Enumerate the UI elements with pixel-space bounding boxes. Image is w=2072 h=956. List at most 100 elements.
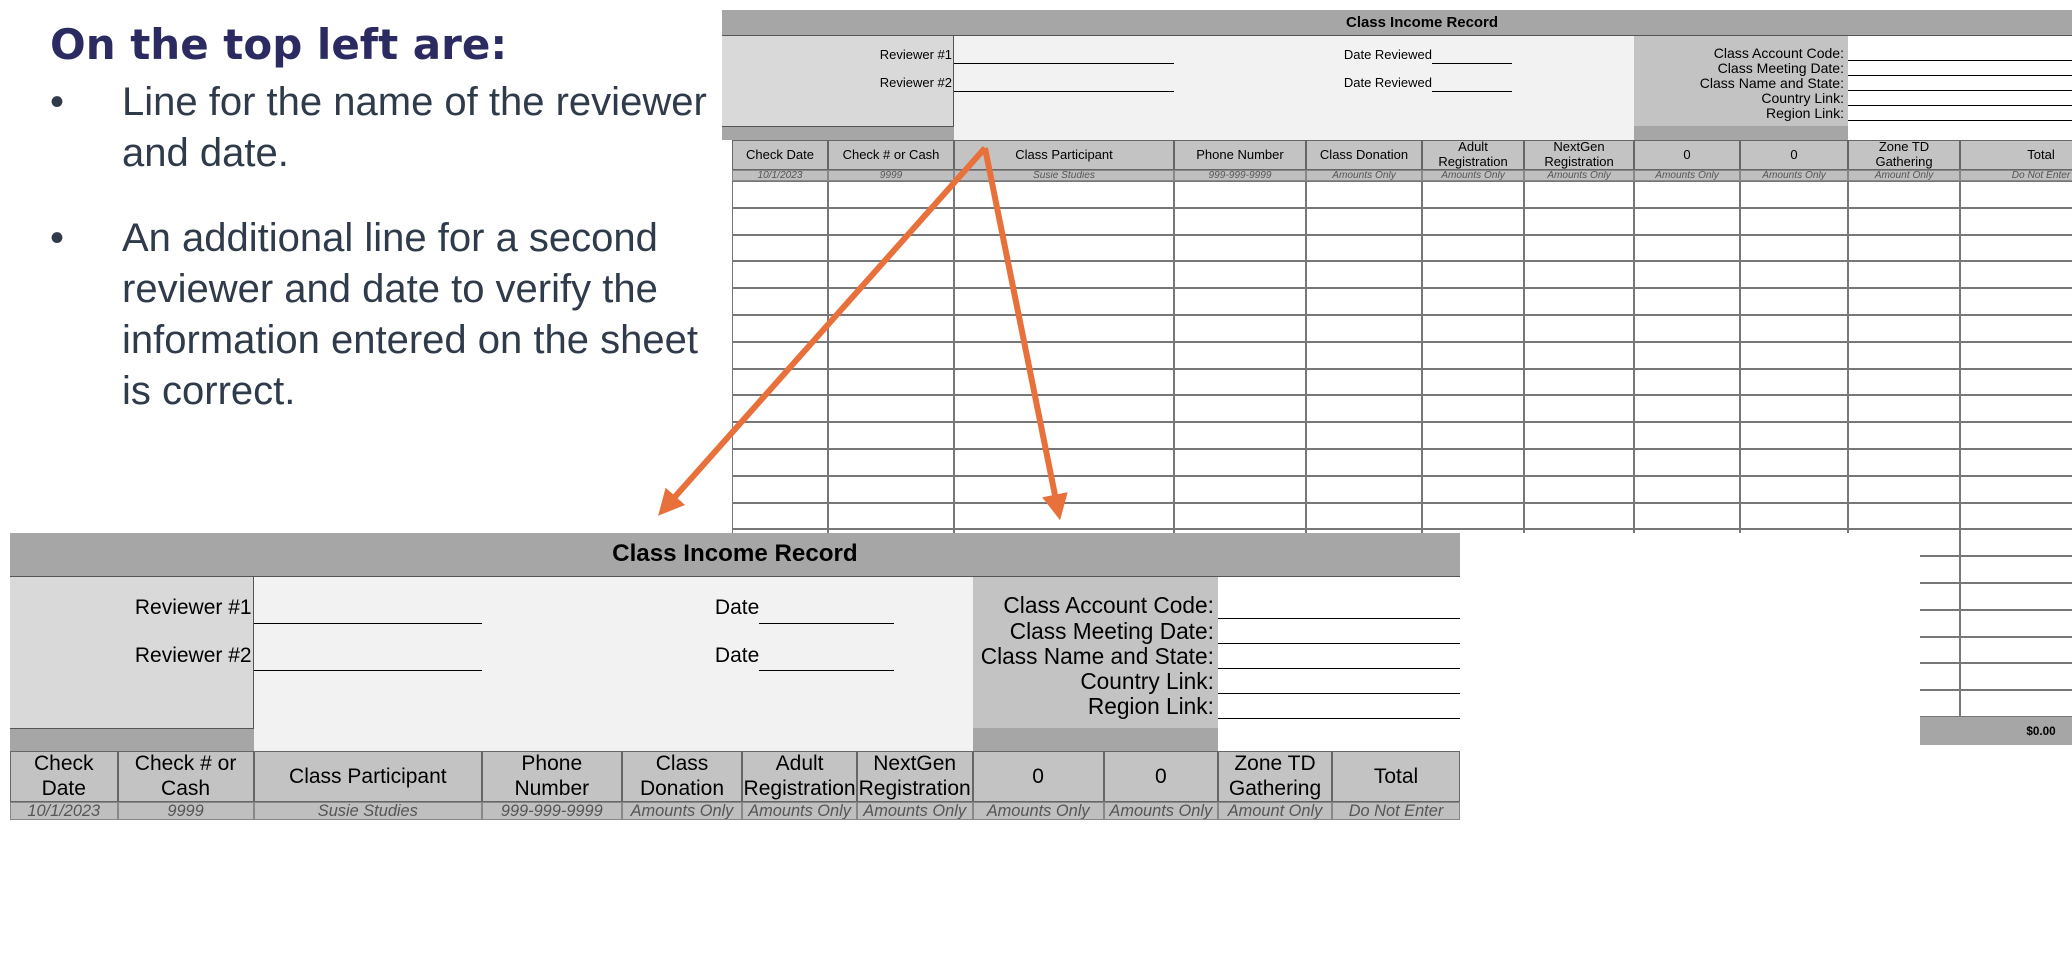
- column-header: Class Participant: [253, 751, 483, 802]
- data-cell: [1848, 315, 1960, 342]
- row-total-cell: $0.00: [1960, 368, 2072, 396]
- data-cell: [1422, 288, 1524, 315]
- sheet-title: Class Income Record: [722, 10, 2072, 36]
- data-cell: [1848, 207, 1960, 235]
- data-cell: [1524, 341, 1634, 369]
- data-cell: [828, 502, 954, 530]
- example-cell: Amounts Only: [972, 801, 1104, 821]
- data-cell: [828, 449, 954, 476]
- data-cell: [1174, 234, 1306, 262]
- data-cell: [1174, 395, 1306, 423]
- date-reviewed1-line: [759, 593, 894, 624]
- data-cell: [1634, 341, 1740, 369]
- data-cell: [954, 261, 1174, 289]
- example-cell: 10/1/2023: [732, 170, 828, 181]
- row-total-cell: $0.00: [1960, 690, 2072, 717]
- data-cell: [1306, 422, 1422, 449]
- row-total-cell: $0.00: [1960, 475, 2072, 503]
- data-cell: [1174, 341, 1306, 369]
- reviewer-block-left-bottom: [10, 727, 254, 752]
- sheet-title: Class Income Record: [10, 533, 1460, 577]
- data-cell: [1740, 207, 1848, 235]
- data-cell: [1848, 368, 1960, 396]
- info-field-line: [1217, 644, 1460, 670]
- column-header: NextGen Registration: [1524, 140, 1634, 170]
- data-cell: [1306, 207, 1422, 235]
- data-cell: [1740, 502, 1848, 530]
- data-cell: [1174, 315, 1306, 342]
- data-cell: [828, 261, 954, 289]
- data-cell: [1634, 207, 1740, 235]
- data-cell: [1174, 181, 1306, 208]
- data-cell: [1422, 395, 1524, 423]
- data-cell: [954, 288, 1174, 315]
- data-cell: [732, 315, 828, 342]
- reviewer-block-right-bottom: [1634, 126, 1848, 140]
- example-cell: Amounts Only: [1740, 170, 1848, 181]
- row-total-cell: $0.00: [1960, 609, 2072, 637]
- date-reviewed2-label: Date Reviewed: [714, 643, 760, 667]
- data-cell: [1422, 234, 1524, 262]
- data-cell: [1422, 422, 1524, 449]
- row-total-cell: $0.00: [1960, 288, 2072, 315]
- data-cell: [1306, 288, 1422, 315]
- data-cell: [1524, 181, 1634, 208]
- data-cell: [954, 207, 1174, 235]
- row-total-cell: $0.00: [1960, 636, 2072, 664]
- date-reviewed1-label: Date Reviewed: [714, 596, 760, 620]
- data-cell: [1422, 315, 1524, 342]
- reviewer1-name-line: [954, 46, 1174, 64]
- data-cell: [954, 315, 1174, 342]
- data-cell: [954, 234, 1174, 262]
- data-cell: [1524, 422, 1634, 449]
- data-cell: [732, 502, 828, 530]
- example-cell: 10/1/2023: [10, 801, 118, 821]
- column-header: Class Participant: [954, 140, 1174, 170]
- data-cell: [1740, 181, 1848, 208]
- data-cell: [828, 422, 954, 449]
- data-cell: [954, 475, 1174, 503]
- data-cell: [1740, 449, 1848, 476]
- data-cell: [732, 368, 828, 396]
- info-field-line: [1848, 106, 2072, 121]
- spreadsheet-zoom-callout: Class Income Record Reviewer #1 Reviewer #…: [10, 533, 1920, 855]
- data-cell: [732, 288, 828, 315]
- column-header: Phone Number: [482, 751, 622, 802]
- data-cell: [1524, 234, 1634, 262]
- data-cell: [1848, 502, 1960, 530]
- data-cell: [828, 475, 954, 503]
- data-cell: [1174, 261, 1306, 289]
- column-header: Class Donation: [1306, 140, 1422, 170]
- data-cell: [732, 181, 828, 208]
- data-cell: [1634, 181, 1740, 208]
- date-reviewed1-label: Date Reviewed: [1343, 47, 1432, 62]
- column-header: Adult Registration: [1422, 140, 1524, 170]
- bullet-dot: •: [50, 80, 65, 124]
- data-cell: [1848, 261, 1960, 289]
- data-cell: [954, 502, 1174, 530]
- date-reviewed2-label: Date Reviewed: [1343, 75, 1432, 90]
- info-field-line: [1848, 61, 2072, 76]
- column-header: Zone TD Gathering: [1848, 140, 1960, 170]
- data-cell: [1524, 288, 1634, 315]
- annotation-heading: On the top left are:: [50, 20, 508, 69]
- data-cell: [1524, 315, 1634, 342]
- data-cell: [1740, 395, 1848, 423]
- data-cell: [1848, 449, 1960, 476]
- row-total-cell: $0.00: [1960, 663, 2072, 691]
- column-header: Check Date: [732, 140, 828, 170]
- column-header: Phone Number: [1174, 140, 1306, 170]
- reviewer-block-left-bottom: [722, 126, 954, 140]
- data-cell: [1848, 181, 1960, 208]
- example-cell: Do Not Enter: [1960, 170, 2072, 181]
- info-label: Region Link:: [1087, 694, 1214, 720]
- example-cell: Amounts Only: [621, 801, 743, 821]
- data-cell: [1634, 502, 1740, 530]
- example-cell: Susie Studies: [954, 170, 1174, 181]
- data-cell: [1174, 207, 1306, 235]
- example-cell: Amounts Only: [856, 801, 973, 821]
- bullet-text: An additional line for a second reviewer…: [122, 216, 698, 413]
- info-label: Class Meeting Date:: [1009, 618, 1214, 644]
- reviewer2-name-line: [954, 74, 1174, 92]
- data-cell: [1306, 475, 1422, 503]
